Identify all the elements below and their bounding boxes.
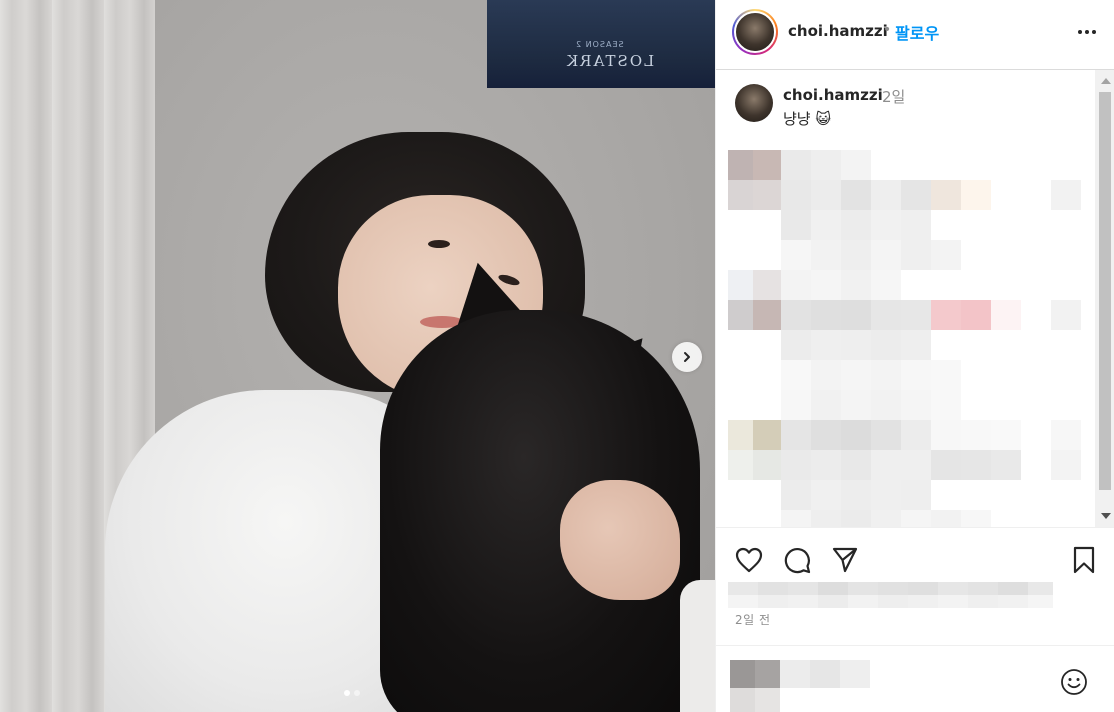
caption-time: 2일 [882,88,906,106]
poster-subtitle: SEASON 2 [575,40,624,49]
scroll-up-arrow-icon[interactable] [1101,78,1111,84]
add-comment-area[interactable] [716,645,1114,712]
poster: SEASON 2 LOSTARK [487,0,715,88]
carousel-indicator [344,690,360,696]
carousel-dot [354,690,360,696]
heart-icon [735,547,763,573]
post-photo: SEASON 2 LOSTARK [0,0,715,712]
scroll-down-arrow-icon[interactable] [1101,513,1111,519]
comment-button[interactable] [781,544,813,576]
chevron-right-icon [684,352,690,362]
follow-button[interactable]: 팔로우 [895,20,939,44]
avatar [734,11,776,53]
share-button[interactable] [829,544,861,576]
blurred-likes [728,582,1053,608]
smile-emoji-icon [1061,669,1087,695]
save-button[interactable] [1068,544,1100,576]
more-options-button[interactable] [1072,20,1102,44]
post-timestamp: 2일 전 [735,613,771,627]
blurred-comment-input [730,660,870,712]
carousel-next-button[interactable] [672,342,702,372]
post-header: choi.hamzzi • 팔로우 [716,0,1114,70]
story-ring-avatar[interactable] [732,9,778,55]
scroll-thumb[interactable] [1099,92,1111,490]
send-icon [832,547,858,573]
blurred-comments [728,150,1081,527]
bookmark-icon [1073,546,1095,574]
pillow [680,580,715,712]
comment-icon [784,548,811,574]
caption-username[interactable]: choi.hamzzi [783,86,883,104]
carousel-dot-active [344,690,350,696]
caption-text: 냥냥 😺 [783,110,832,128]
more-horizontal-icon [1078,30,1096,34]
eye-left [428,240,450,248]
comments-section[interactable]: choi.hamzzi 2일 냥냥 😺 [716,70,1114,527]
post-modal: SEASON 2 LOSTARK choi.hamzzi • 팔로우 choi.… [0,0,1114,712]
header-separator: • [883,22,892,38]
hand [560,480,680,600]
emoji-button[interactable] [1058,666,1090,698]
poster-title: LOSTARK [565,52,655,70]
like-button[interactable] [733,544,765,576]
header-username[interactable]: choi.hamzzi [788,22,888,40]
caption-avatar[interactable] [735,84,773,122]
post-side-panel: choi.hamzzi • 팔로우 choi.hamzzi 2일 냥냥 😺 2일… [715,0,1114,712]
comments-scrollbar[interactable] [1095,70,1114,527]
